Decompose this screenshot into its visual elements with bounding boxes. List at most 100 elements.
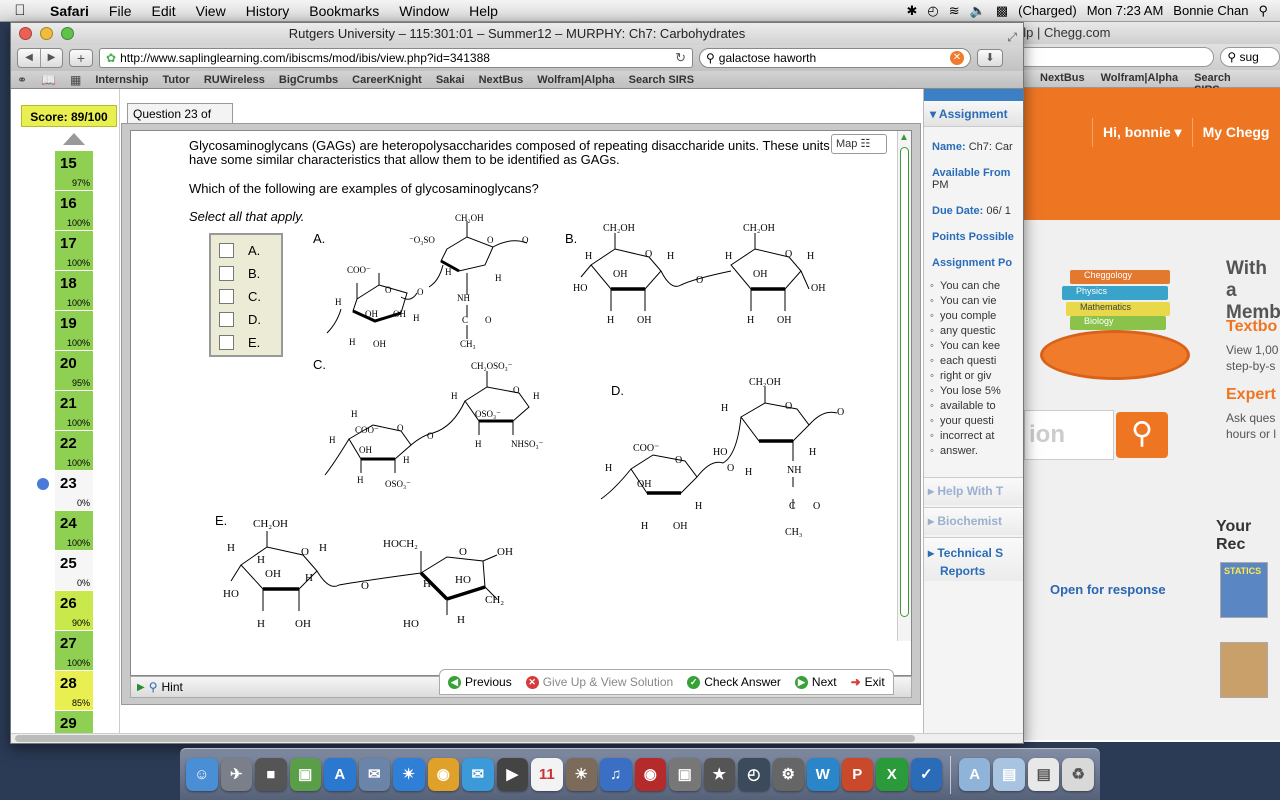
previous-button[interactable]: ◀ Previous	[448, 675, 512, 689]
menu-bookmarks[interactable]: Bookmarks	[299, 3, 389, 19]
launchpad-icon[interactable]: ✈	[220, 758, 252, 791]
photo-booth-icon[interactable]: ◉	[634, 758, 666, 791]
mail-icon[interactable]: ✉	[358, 758, 390, 791]
facetime-icon[interactable]: ▶	[496, 758, 528, 791]
choice-e[interactable]: E.	[219, 331, 273, 354]
check-answer-button[interactable]: ✓ Check Answer	[687, 675, 781, 689]
choice-a[interactable]: A.	[219, 239, 273, 262]
book-thumbnail-2[interactable]	[1220, 642, 1268, 698]
menu-edit[interactable]: Edit	[141, 3, 185, 19]
zoom-window-button[interactable]	[61, 27, 74, 40]
back-button[interactable]: ◀	[18, 49, 40, 67]
minimize-window-button[interactable]	[40, 27, 53, 40]
outlook-icon[interactable]: ✓	[910, 758, 942, 791]
chegg-open-response[interactable]: Open for response	[1050, 582, 1166, 597]
app-store-icon[interactable]: A	[324, 758, 356, 791]
time-machine-icon[interactable]: ◴	[927, 3, 938, 19]
wifi-icon[interactable]: ≋	[949, 3, 960, 19]
give-up-button[interactable]: ✕ Give Up & View Solution	[525, 675, 673, 689]
question-nav-item[interactable]: 29	[55, 711, 93, 733]
horizontal-scrollbar-thumb[interactable]	[15, 735, 915, 742]
choice-b[interactable]: B.	[219, 262, 273, 285]
question-nav-item[interactable]: 25 0%	[55, 551, 93, 591]
dashboard-icon[interactable]: ■	[255, 758, 287, 791]
add-bookmark-button[interactable]: +	[69, 49, 93, 67]
scrollbar-thumb[interactable]	[900, 147, 909, 617]
checkbox-c[interactable]	[219, 289, 234, 304]
question-nav-item[interactable]: 23 0%	[55, 471, 93, 511]
question-nav-item[interactable]: 21 100%	[55, 391, 93, 431]
question-nav-item[interactable]: 26 90%	[55, 591, 93, 631]
menu-app[interactable]: Safari	[40, 3, 99, 19]
reload-icon[interactable]: ↻	[675, 50, 686, 66]
safari-icon[interactable]: ✴	[393, 758, 425, 791]
itunes-icon[interactable]: ♫	[600, 758, 632, 791]
finder-icon[interactable]: ☺	[186, 758, 218, 791]
question-nav-item[interactable]: 18 100%	[55, 271, 93, 311]
downloads-button[interactable]: ⬇	[977, 49, 1003, 67]
bookmark-tutor[interactable]: Tutor	[163, 74, 190, 86]
menu-file[interactable]: File	[99, 3, 142, 19]
question-nav-item[interactable]: 17 100%	[55, 231, 93, 271]
choice-d[interactable]: D.	[219, 308, 273, 331]
question-nav-item[interactable]: 20 95%	[55, 351, 93, 391]
bookmark-wolfram[interactable]: Wolfram|Alpha	[537, 74, 614, 86]
powerpoint-icon[interactable]: P	[841, 758, 873, 791]
bookmarks-book-icon[interactable]: 📖	[41, 73, 56, 87]
bookmark-sirs-2[interactable]: Search SIRS	[1194, 72, 1250, 96]
top-sites-grid-icon[interactable]: ▦	[70, 73, 81, 87]
question-scrollbar[interactable]: ▲	[897, 131, 911, 641]
image-capture-icon[interactable]: ▣	[669, 758, 701, 791]
chegg-url-field[interactable]	[1016, 47, 1215, 67]
bookmark-nextbus[interactable]: NextBus	[479, 74, 524, 86]
chegg-hi-menu[interactable]: Hi, bonnie ▾	[1092, 118, 1192, 147]
bookmark-search-sirs[interactable]: Search SIRS	[629, 74, 694, 86]
technical-support-section[interactable]: ▸ Technical S Reports	[924, 537, 1023, 581]
address-bar[interactable]: ✿ http://www.saplinglearning.com/ibiscms…	[99, 48, 693, 68]
bookmark-bigcrumbs[interactable]: BigCrumbs	[279, 74, 338, 86]
checkbox-e[interactable]	[219, 335, 234, 350]
time-machine-dock-icon[interactable]: ◴	[738, 758, 770, 791]
forward-button[interactable]: ▶	[40, 49, 62, 67]
assignment-section-header[interactable]: ▾ Assignment	[924, 101, 1023, 127]
scroll-up-arrow-icon[interactable]	[63, 133, 85, 145]
chegg-search-input[interactable]: ion	[1024, 410, 1114, 460]
horizontal-scrollbar[interactable]	[11, 733, 1023, 743]
bluetooth-icon[interactable]: ✱	[907, 3, 918, 19]
reading-list-icon[interactable]: ⚭	[17, 73, 27, 87]
bookmark-internship[interactable]: Internship	[95, 74, 148, 86]
system-preferences-icon[interactable]: ⚙	[772, 758, 804, 791]
battery-icon[interactable]: ▩	[996, 3, 1008, 19]
bookmark-ruwireless[interactable]: RUWireless	[204, 74, 265, 86]
fullscreen-icon[interactable]: ⤢	[1007, 26, 1017, 48]
trash-icon[interactable]: ♻	[1062, 758, 1094, 791]
scroll-up-icon[interactable]: ▲	[899, 132, 909, 143]
question-nav-item[interactable]: 22 100%	[55, 431, 93, 471]
map-button[interactable]: Map ☷	[831, 134, 887, 154]
close-window-button[interactable]	[19, 27, 32, 40]
apple-menu-icon[interactable]: 	[0, 2, 40, 19]
clock[interactable]: Mon 7:23 AM	[1087, 3, 1164, 18]
question-nav-item[interactable]: 15 97%	[55, 151, 93, 191]
checkbox-a[interactable]	[219, 243, 234, 258]
question-nav-item[interactable]: 27 100%	[55, 631, 93, 671]
bookmark-sakai[interactable]: Sakai	[436, 74, 465, 86]
menu-view[interactable]: View	[186, 3, 236, 19]
question-nav-item[interactable]: 19 100%	[55, 311, 93, 351]
chegg-search-field[interactable]: ⚲ sug	[1220, 47, 1280, 67]
search-field[interactable]: ⚲ galactose haworth ✕	[699, 48, 971, 68]
question-nav-item[interactable]: 28 85%	[55, 671, 93, 711]
choice-c[interactable]: C.	[219, 285, 273, 308]
documents-folder-icon[interactable]: ▤	[993, 758, 1025, 791]
menu-help[interactable]: Help	[459, 3, 508, 19]
menu-window[interactable]: Window	[389, 3, 459, 19]
question-nav-item[interactable]: 24 100%	[55, 511, 93, 551]
calendar-icon[interactable]: 11	[531, 758, 563, 791]
chrome-icon[interactable]: ◉	[427, 758, 459, 791]
excel-icon[interactable]: X	[876, 758, 908, 791]
user-name[interactable]: Bonnie Chan	[1173, 3, 1248, 18]
clear-search-icon[interactable]: ✕	[950, 51, 964, 65]
menu-history[interactable]: History	[236, 3, 300, 19]
bookmark-careerknight[interactable]: CareerKnight	[352, 74, 422, 86]
preview-icon[interactable]: ▣	[289, 758, 321, 791]
